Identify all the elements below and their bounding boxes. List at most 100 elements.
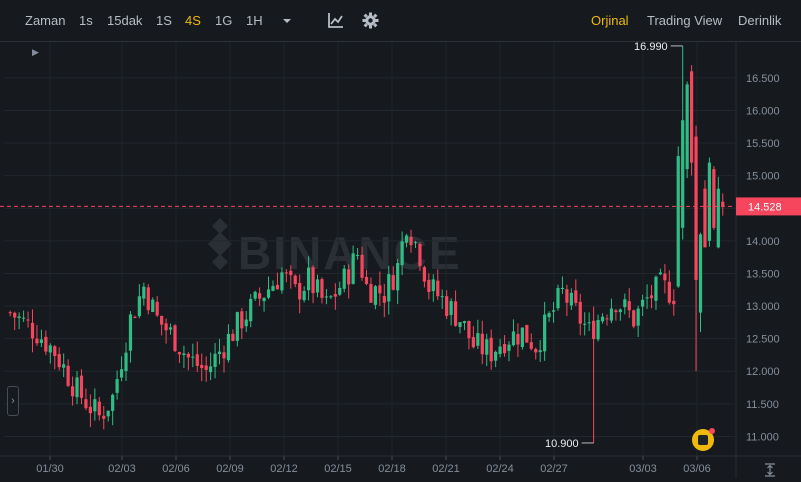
candle-body — [79, 375, 84, 398]
candle-body — [119, 369, 124, 378]
candle-body — [315, 279, 320, 293]
candle-body — [694, 136, 698, 280]
candle — [649, 284, 654, 309]
candle-body — [253, 291, 257, 299]
candle — [560, 276, 565, 294]
candle-body — [307, 267, 311, 291]
candle-body — [151, 299, 155, 313]
candle — [186, 352, 190, 371]
candle — [258, 287, 262, 306]
candle-body — [485, 339, 489, 355]
chevron-down-icon[interactable] — [281, 14, 293, 32]
candle — [253, 290, 257, 301]
candle-body — [685, 84, 689, 170]
candle — [511, 319, 516, 347]
candle-body — [17, 316, 21, 318]
candle-body — [649, 295, 654, 299]
view-depth[interactable]: Derinlik — [738, 13, 781, 29]
candle-body — [378, 285, 382, 294]
candle — [489, 329, 493, 370]
interval-1h[interactable]: 1S — [156, 13, 172, 29]
candle — [712, 166, 716, 230]
candle — [369, 277, 373, 303]
side-panel-toggle[interactable]: › — [7, 386, 19, 416]
candle — [124, 342, 128, 382]
candle — [592, 306, 596, 443]
candle-body — [355, 254, 360, 256]
candle-body — [663, 273, 667, 281]
candle-body — [128, 314, 133, 351]
news-button[interactable] — [692, 428, 715, 451]
notification-dot — [709, 428, 715, 434]
interval-time[interactable]: Zaman — [25, 13, 65, 29]
candle-body — [560, 287, 565, 290]
candle — [476, 319, 480, 349]
chart-indicator-icon[interactable] — [327, 12, 344, 34]
candle-body — [676, 156, 680, 287]
candle — [672, 289, 676, 316]
candle — [324, 288, 329, 305]
interval-1d[interactable]: 1G — [215, 13, 232, 29]
candle-body — [436, 280, 440, 297]
candle-body — [520, 327, 524, 348]
candle-body — [658, 272, 663, 275]
candle — [102, 405, 106, 430]
candle-body — [422, 267, 426, 282]
candle-body — [44, 336, 48, 352]
candle — [160, 315, 164, 336]
view-original[interactable]: Orjinal — [591, 13, 629, 29]
candle-body — [262, 297, 266, 302]
candle-body — [543, 314, 547, 352]
interval-4h[interactable]: 4S — [185, 13, 201, 29]
candle-body — [627, 301, 631, 311]
candle — [520, 327, 524, 350]
candlestick-chart[interactable]: BINANCE 11.000 11.500 12.000 12.500 13.000 13.… — [0, 42, 801, 478]
candle-body — [62, 364, 66, 368]
candle — [191, 343, 195, 368]
candle-body — [703, 188, 707, 248]
candle — [618, 308, 622, 321]
candle — [93, 388, 97, 421]
candle-body — [565, 289, 569, 303]
candle-body — [351, 253, 355, 284]
candle-body — [462, 321, 467, 324]
candle-body — [235, 312, 239, 341]
chart-toolbar: Zaman 1s 15dak 1S 4S 1G 1H Orjinal Tradi… — [0, 0, 801, 42]
interval-1s[interactable]: 1s — [79, 13, 93, 29]
candle-body — [186, 353, 190, 358]
candle — [685, 81, 689, 179]
expand-arrow-icon[interactable]: ▶ — [32, 47, 39, 58]
candle-body — [177, 352, 182, 355]
candle — [342, 265, 346, 293]
candle — [168, 323, 173, 335]
candle — [79, 369, 84, 405]
candle — [8, 310, 12, 317]
gear-icon[interactable] — [362, 12, 379, 34]
interval-15min[interactable]: 15dak — [107, 13, 142, 29]
candle — [453, 290, 458, 327]
candle — [716, 176, 720, 249]
candle — [565, 284, 569, 317]
chart-canvas[interactable]: BINANCE11.00011.50012.00012.50013.00013.… — [0, 42, 801, 478]
candle — [525, 324, 529, 343]
low-annotation: 10.900 — [545, 438, 579, 450]
candle — [689, 65, 694, 176]
candle-body — [289, 270, 293, 276]
interval-1w[interactable]: 1H — [246, 13, 263, 29]
candle-body — [592, 320, 596, 340]
candle-body — [142, 286, 146, 299]
high-annotation: 16.990 — [634, 42, 668, 53]
candle-body — [240, 311, 244, 329]
candle-body — [596, 319, 600, 340]
view-tradingview[interactable]: Trading View — [647, 13, 722, 29]
axis-scale-icon[interactable] — [763, 463, 777, 477]
candle — [623, 293, 627, 315]
candle — [543, 301, 547, 361]
candle-body — [195, 354, 199, 366]
candle-body — [88, 406, 92, 414]
candle-body — [534, 348, 538, 353]
candle — [471, 326, 475, 349]
y-tick-label: 11.500 — [746, 399, 779, 411]
candle-body — [440, 296, 444, 298]
candle — [146, 284, 150, 315]
